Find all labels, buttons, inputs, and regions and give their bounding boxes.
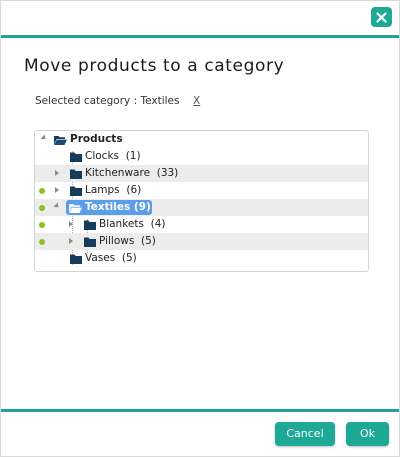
expand-arrow-icon[interactable] [55,170,59,176]
selected-category-text: Selected category : Textiles [35,95,180,107]
category-name: Lamps [85,184,120,196]
category-name: Kitchenware [85,167,151,179]
header-divider [1,35,399,38]
tree-node-label: Clocks (1) [85,148,141,165]
move-products-dialog: Move products to a category Selected cat… [0,0,400,457]
category-count: (33) [156,167,179,179]
category-name: Textiles [85,201,131,213]
clear-selection-link[interactable]: X [193,95,200,107]
open-folder-icon [69,204,82,213]
tree-node-label: Products [70,133,123,145]
category-count: (5) [141,235,156,247]
status-marker-dot [39,239,45,245]
folder-icon [70,186,82,196]
category-count: (6) [126,184,142,196]
category-name: Blankets [99,218,144,230]
category-name: Clocks [85,150,119,162]
tree-node-kitchenware[interactable]: Kitchenware (33) [35,165,368,182]
category-count: (5) [121,252,137,264]
status-marker-dot [39,205,45,211]
folder-icon [70,152,82,162]
status-marker-dot [39,188,45,194]
cancel-button[interactable]: Cancel [275,422,335,446]
ok-button[interactable]: Ok [346,422,389,446]
tree-node-label: Kitchenware (33) [85,165,178,182]
tree-node-label: Blankets (4) [99,216,166,233]
status-marker-dot [39,222,45,228]
tree-node-label: Textiles (9) [85,199,151,216]
dialog-header [1,1,399,35]
tree-node-label: Lamps (6) [85,182,141,199]
category-count: (1) [125,150,141,162]
close-button[interactable] [371,7,392,27]
category-name: Vases [85,252,116,264]
category-name: Pillows [99,235,135,247]
tree-node-vases[interactable]: Vases (5) [35,250,368,267]
tree-node-blankets[interactable]: Blankets (4) [35,216,368,233]
folder-icon [84,220,96,230]
tree-node-label: Pillows (5) [99,233,156,250]
tree-node-textiles[interactable]: Textiles (9) [35,199,368,216]
folder-icon [70,254,82,264]
tree-node-pillows[interactable]: Pillows (5) [35,233,368,250]
expand-arrow-icon[interactable] [69,238,73,244]
dialog-title: Move products to a category [24,56,285,76]
close-icon [376,11,387,23]
tree-node-clocks[interactable]: Clocks (1) [35,148,368,165]
selected-category-row: Selected category : Textiles X [35,95,200,107]
expand-arrow-icon[interactable] [69,221,73,227]
tree-node-label: Vases (5) [85,250,137,267]
open-folder-icon [54,136,67,145]
category-tree: Products Clocks (1) Kitchenware (33) Lam… [34,130,369,272]
collapse-arrow-icon[interactable] [40,134,48,142]
folder-icon [84,237,96,247]
tree-node-products[interactable]: Products [35,131,368,148]
category-count: (4) [150,218,166,230]
expand-arrow-icon[interactable] [55,187,59,193]
collapse-arrow-icon[interactable] [53,202,61,210]
folder-icon [70,169,82,179]
category-count: (9) [133,201,151,213]
tree-node-lamps[interactable]: Lamps (6) [35,182,368,199]
footer-divider [1,409,399,412]
